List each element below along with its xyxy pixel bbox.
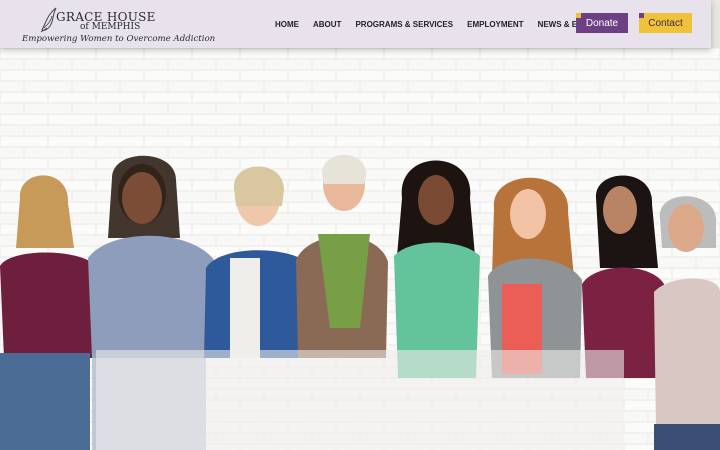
- hero-overlay-panel: [96, 350, 624, 450]
- contact-button[interactable]: Contact: [639, 13, 692, 33]
- site-logo[interactable]: GRACE HOUSE of MEMPHIS Empowering Women …: [22, 4, 215, 46]
- site-header: GRACE HOUSE of MEMPHIS Empowering Women …: [0, 0, 711, 48]
- logo-name-line2: of MEMPHIS: [80, 22, 141, 32]
- nav-employment[interactable]: EMPLOYMENT: [467, 20, 523, 29]
- logo-tagline: Empowering Women to Overcome Addiction: [22, 34, 216, 44]
- main-nav: HOME ABOUT PROGRAMS & SERVICES EMPLOYMEN…: [275, 20, 618, 29]
- hero-image: [0, 48, 720, 450]
- nav-programs-services[interactable]: PROGRAMS & SERVICES: [355, 20, 453, 29]
- nav-home[interactable]: HOME: [275, 20, 299, 29]
- donate-button[interactable]: Donate: [576, 13, 628, 33]
- nav-about[interactable]: ABOUT: [313, 20, 341, 29]
